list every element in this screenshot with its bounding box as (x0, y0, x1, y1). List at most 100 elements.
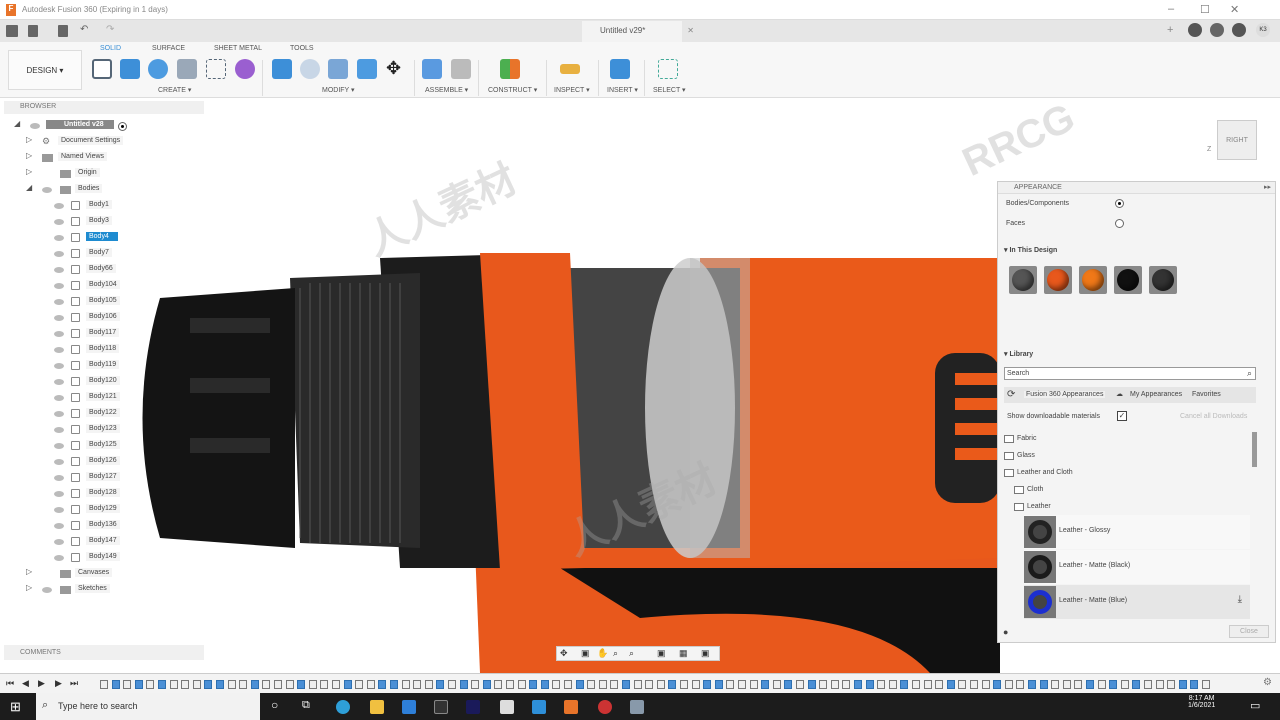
timeline-feature[interactable] (703, 680, 712, 689)
browser-node-bodies[interactable]: ◢ Bodies (0, 183, 200, 197)
activate-radio[interactable] (118, 122, 127, 131)
timeline-feature[interactable] (900, 680, 909, 689)
appearance-header[interactable]: APPEARANCE ▸▸ (998, 182, 1275, 194)
cancel-downloads-link[interactable]: Cancel all Downloads (1180, 413, 1247, 420)
visibility-icon[interactable] (54, 203, 64, 209)
edge-icon[interactable] (336, 700, 350, 714)
browser-body-item[interactable]: Body122 (0, 407, 200, 421)
timeline-feature[interactable] (610, 680, 619, 689)
material-item[interactable]: Leather - Matte (Blue) ⤓ (1024, 585, 1250, 619)
comments-panel[interactable]: COMMENTS (4, 645, 204, 660)
user-avatar[interactable]: K3 (1256, 23, 1270, 37)
visibility-icon[interactable] (54, 379, 64, 385)
cortana-icon[interactable]: ○ (271, 698, 278, 712)
timeline-feature[interactable] (761, 680, 770, 689)
faces-radio[interactable] (1115, 219, 1124, 228)
pattern-icon[interactable] (206, 59, 226, 79)
timeline-feature[interactable] (1202, 680, 1210, 689)
browser-node-origin[interactable]: ▷ Origin (0, 167, 200, 181)
visibility-icon[interactable] (54, 315, 64, 321)
timeline-end-button[interactable]: ⏭ (70, 678, 78, 689)
select-menu[interactable]: SELECT ▾ (653, 86, 686, 94)
timeline-feature[interactable] (529, 680, 538, 689)
timeline-start-button[interactable]: ⏮ (6, 678, 14, 689)
timeline-feature[interactable] (1039, 680, 1048, 689)
browser-node-sketches[interactable]: ▷ Sketches (0, 583, 200, 597)
timeline-feature[interactable] (993, 680, 1002, 689)
timeline-play-button[interactable]: ▶ (38, 678, 45, 689)
visibility-icon[interactable] (54, 251, 64, 257)
insert-menu[interactable]: INSERT ▾ (607, 86, 638, 94)
timeline-feature[interactable] (378, 680, 387, 689)
file-explorer-icon[interactable] (370, 700, 384, 714)
minimize-button[interactable]: – (1168, 3, 1174, 15)
browser-body-item[interactable]: Body120 (0, 375, 200, 389)
timeline-feature[interactable] (622, 680, 630, 689)
timeline-feature[interactable] (262, 680, 271, 689)
timeline-feature[interactable] (1074, 680, 1083, 689)
timeline-feature[interactable] (274, 680, 282, 689)
browser-root[interactable]: ◢ Untitled v28 (0, 119, 200, 133)
browser-body-item[interactable]: Body118 (0, 343, 200, 357)
extrude-icon[interactable] (120, 59, 140, 79)
browser-body-item[interactable]: Body1 (0, 199, 200, 213)
notification-center-icon[interactable]: ▭ (1250, 699, 1260, 712)
timeline-feature[interactable] (390, 680, 398, 689)
visibility-icon[interactable] (30, 123, 40, 129)
timeline-feature[interactable] (401, 680, 410, 689)
timeline-feature[interactable] (1016, 680, 1025, 689)
timeline-feature[interactable] (668, 680, 677, 689)
select-icon[interactable] (658, 59, 678, 79)
timeline-feature[interactable] (239, 680, 248, 689)
shell-icon[interactable] (328, 59, 348, 79)
timeline-feature[interactable] (100, 680, 108, 689)
timeline-feature[interactable] (413, 680, 422, 689)
terminal-icon[interactable] (434, 700, 448, 714)
visibility-icon[interactable] (54, 443, 64, 449)
info-icon[interactable]: ● (1003, 627, 1008, 637)
move-icon[interactable]: ✥ (386, 58, 401, 79)
timeline-feature[interactable] (366, 680, 375, 689)
tab-surface[interactable]: SURFACE (152, 45, 185, 52)
timeline-feature[interactable] (784, 680, 793, 689)
timeline-feature[interactable] (436, 680, 445, 689)
look-at-icon[interactable]: ▣ (581, 648, 590, 659)
premiere-icon[interactable] (466, 700, 480, 714)
timeline-feature[interactable] (1109, 680, 1118, 689)
timeline-feature[interactable] (506, 680, 514, 689)
visibility-icon[interactable] (54, 363, 64, 369)
timeline-feature[interactable] (749, 680, 758, 689)
visibility-icon[interactable] (54, 459, 64, 465)
timeline-feature[interactable] (738, 680, 746, 689)
app-icon[interactable] (630, 700, 644, 714)
obs-icon[interactable] (598, 700, 612, 714)
timeline-feature[interactable] (680, 680, 688, 689)
appearance-swatch[interactable] (1009, 266, 1037, 294)
refresh-icon[interactable]: ⟳ (1007, 389, 1015, 400)
help-icon[interactable] (1232, 23, 1246, 37)
browser-body-item[interactable]: Body129 (0, 503, 200, 517)
browser-body-item[interactable]: Body119 (0, 359, 200, 373)
browser-body-item[interactable]: Body3 (0, 215, 200, 229)
timeline-feature[interactable] (471, 680, 480, 689)
timeline-feature[interactable] (1028, 680, 1036, 689)
timeline-feature[interactable] (424, 680, 433, 689)
timeline-feature[interactable] (935, 680, 944, 689)
create-sketch-icon[interactable] (92, 59, 112, 79)
timeline-feature[interactable] (981, 680, 990, 689)
visibility-icon[interactable] (54, 539, 64, 545)
browser-body-item[interactable]: Body4 (0, 231, 200, 245)
appearance-swatch[interactable] (1079, 266, 1107, 294)
timeline-feature[interactable] (656, 680, 665, 689)
browser-node-document-settings[interactable]: ▷ ⚙ Document Settings (0, 135, 200, 149)
visibility-icon[interactable] (54, 523, 64, 529)
combine-icon[interactable] (357, 59, 377, 79)
timeline-feature[interactable] (714, 680, 723, 689)
tab-favorites[interactable]: Favorites (1192, 391, 1221, 398)
visibility-icon[interactable] (54, 475, 64, 481)
store-icon[interactable] (500, 700, 514, 714)
visibility-icon[interactable] (54, 555, 64, 561)
redo-icon[interactable]: ↷ (106, 24, 114, 35)
browser-body-item[interactable]: Body121 (0, 391, 200, 405)
taskbar-search-input[interactable]: ⌕ Type here to search (36, 693, 260, 720)
